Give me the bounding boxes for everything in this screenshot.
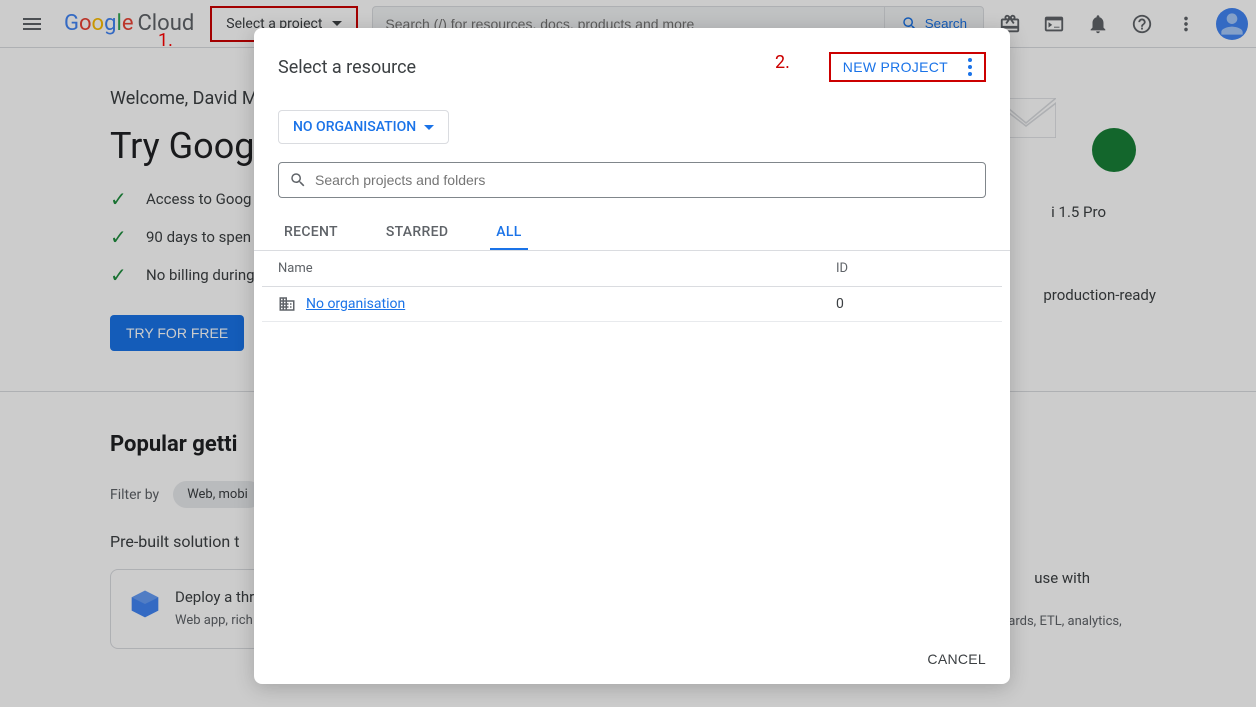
- col-name: Name: [278, 261, 836, 276]
- new-project-wrap: NEW PROJECT: [829, 52, 986, 82]
- annotation-1: 1.: [158, 30, 173, 51]
- project-picker-modal: Select a resource NEW PROJECT NO ORGANIS…: [254, 28, 1010, 684]
- modal-search-input[interactable]: [315, 172, 975, 188]
- modal-tabs: RECENT STARRED ALL: [254, 216, 1010, 251]
- tab-recent[interactable]: RECENT: [278, 216, 344, 250]
- row-id: 0: [836, 296, 986, 312]
- caret-down-icon: [424, 125, 434, 130]
- cancel-button[interactable]: CANCEL: [927, 651, 986, 667]
- tab-starred[interactable]: STARRED: [380, 216, 454, 250]
- col-id: ID: [836, 261, 986, 276]
- annotation-2: 2.: [775, 52, 790, 73]
- more-vert-icon[interactable]: [968, 58, 972, 76]
- modal-header: Select a resource NEW PROJECT: [254, 52, 1010, 82]
- organisation-icon: [278, 295, 296, 313]
- modal-title: Select a resource: [278, 57, 416, 78]
- table-row[interactable]: No organisation 0: [262, 287, 1002, 322]
- row-name-link[interactable]: No organisation: [306, 296, 836, 312]
- tab-all[interactable]: ALL: [490, 216, 527, 250]
- modal-search-box: [278, 162, 986, 198]
- organisation-dropdown[interactable]: NO ORGANISATION: [278, 110, 449, 144]
- new-project-button[interactable]: NEW PROJECT: [843, 59, 948, 75]
- search-icon: [289, 171, 307, 189]
- table-header: Name ID: [262, 251, 1002, 287]
- modal-footer: CANCEL: [254, 639, 1010, 668]
